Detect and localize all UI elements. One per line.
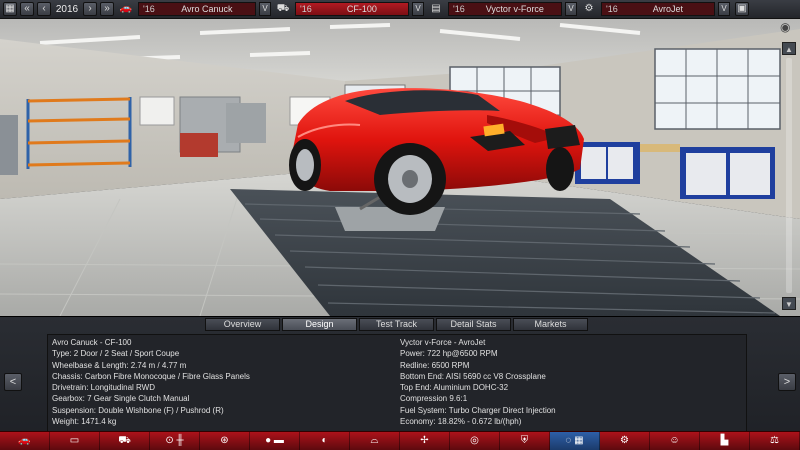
suspension-icon[interactable]: ● ▬ <box>250 432 300 450</box>
year-first-button[interactable]: « <box>20 2 34 16</box>
wheel-icon[interactable]: ⊛ <box>200 432 250 450</box>
spec-weight: Weight: 1471.4 kg <box>52 417 117 427</box>
tab-design[interactable]: Design <box>282 318 357 331</box>
automation-app: ▦ « ‹ 2016 › » 🚗 '16 Avro Canuck V ⛟ '16… <box>0 0 800 450</box>
year-prev-button[interactable]: ‹ <box>37 2 51 16</box>
engine-icon[interactable]: ⚙ <box>600 432 650 450</box>
year-next-button[interactable]: › <box>83 2 97 16</box>
tab-overview[interactable]: Overview <box>205 318 280 331</box>
car-specs: Avro Canuck - CF-100 Type: 2 Door / 2 Se… <box>52 337 250 427</box>
interior-icon[interactable]: ◎ <box>450 432 500 450</box>
spec-power: Power: 722 hp@6500 RPM <box>400 349 498 359</box>
calendar-icon[interactable]: ▦ <box>3 2 17 16</box>
market-icon[interactable]: ⚖ <box>750 432 800 450</box>
model-dropdown-button[interactable]: V <box>259 2 271 16</box>
safety-icon[interactable]: ⛨ <box>500 432 550 450</box>
garage-viewport[interactable]: ◉ ▲ ▼ <box>0 19 800 316</box>
scroll-track[interactable] <box>786 58 792 293</box>
view-scrollbar[interactable]: ▲ ▼ <box>782 42 798 310</box>
body-icon[interactable]: ⌓ <box>350 432 400 450</box>
chassis-icon[interactable]: ▭ <box>50 432 100 450</box>
trim-icon: ⛟ <box>276 3 290 14</box>
engine-family-selector[interactable]: '16 Vyctor v-Force <box>448 2 562 16</box>
designer-icon[interactable]: ☺ <box>650 432 700 450</box>
gearbox-icon[interactable]: ⊙ ╫ <box>150 432 200 450</box>
engine-family-dropdown-button[interactable]: V <box>565 2 577 16</box>
info-tabs: Overview Design Test Track Detail Stats … <box>205 318 588 331</box>
spec-type: Type: 2 Door / 2 Seat / Sport Coupe <box>52 349 180 359</box>
spec-fuel-system: Fuel System: Turbo Charger Direct Inject… <box>400 405 556 415</box>
car-trim-icon[interactable]: ⛟ <box>100 432 150 450</box>
spec-compression: Compression 9.6:1 <box>400 394 468 404</box>
year-label: 2016 <box>55 3 79 15</box>
spec-wheelbase: Wheelbase & Length: 2.74 m / 4.77 m <box>52 360 187 370</box>
engine-family-icon: ▤ <box>431 3 441 14</box>
camera-icon[interactable]: ◉ <box>780 20 798 36</box>
spec-redline: Redline: 6500 RPM <box>400 360 470 370</box>
info-panel: Overview Design Test Track Detail Stats … <box>0 316 800 450</box>
trim-dropdown-button[interactable]: V <box>412 2 424 16</box>
designer-section-strip: 🚗 ▭ ⛟ ⊙ ╫ ⊛ ● ▬ ◐ ⌓ ✢ ◎ ⛨ ◌ ▦ ⚙ ☺ ▙ ⚖ <box>0 431 800 450</box>
spec-gearbox: Gearbox: 7 Gear Single Clutch Manual <box>52 394 190 404</box>
tab-detail-stats[interactable]: Detail Stats <box>436 318 511 331</box>
garage-scene <box>0 19 800 316</box>
tab-markets[interactable]: Markets <box>513 318 588 331</box>
spec-drivetrain: Drivetrain: Longitudinal RWD <box>52 383 156 393</box>
save-icon[interactable]: ▣ <box>735 2 749 16</box>
model-selector[interactable]: '16 Avro Canuck <box>138 2 256 16</box>
engine-specs: Vyctor v-Force - AvroJet Power: 722 hp@6… <box>400 337 556 427</box>
next-page-button[interactable]: > <box>778 373 796 391</box>
factory-icon[interactable]: ▙ <box>700 432 750 450</box>
car-title: Avro Canuck - CF-100 <box>52 338 132 347</box>
engine-title: Vyctor v-Force - AvroJet <box>400 338 486 347</box>
engine-variant-dropdown-button[interactable]: V <box>718 2 730 16</box>
engine-variant-icon: ⚙ <box>584 3 594 14</box>
prev-page-button[interactable]: < <box>4 373 22 391</box>
scroll-up-icon[interactable]: ▲ <box>782 42 796 55</box>
spec-chassis: Chassis: Carbon Fibre Monocoque / Fibre … <box>52 371 250 381</box>
brake-icon[interactable]: ◐ <box>300 432 350 450</box>
fans-icon[interactable]: ✢ <box>400 432 450 450</box>
spec-sheet: Avro Canuck - CF-100 Type: 2 Door / 2 Se… <box>47 334 747 446</box>
year-last-button[interactable]: » <box>100 2 114 16</box>
spec-suspension: Suspension: Double Wishbone (F) / Pushro… <box>52 405 224 415</box>
top-toolbar: ▦ « ‹ 2016 › » 🚗 '16 Avro Canuck V ⛟ '16… <box>0 0 800 19</box>
test-icon[interactable]: ◌ ▦ <box>550 432 600 450</box>
car-icon[interactable]: 🚗 <box>0 432 50 450</box>
spec-bottom-end: Bottom End: AISI 5690 cc V8 Crossplane <box>400 371 546 381</box>
spec-economy: Economy: 18.82% - 0.672 lb/(hph) <box>400 417 522 427</box>
engine-variant-selector[interactable]: '16 AvroJet <box>601 2 715 16</box>
scroll-down-icon[interactable]: ▼ <box>782 297 796 310</box>
tab-test-track[interactable]: Test Track <box>359 318 434 331</box>
spec-top-end: Top End: Aluminium DOHC-32 <box>400 383 509 393</box>
trim-selector[interactable]: '16 CF-100 <box>295 2 409 16</box>
car-model-icon: 🚗 <box>119 3 133 14</box>
